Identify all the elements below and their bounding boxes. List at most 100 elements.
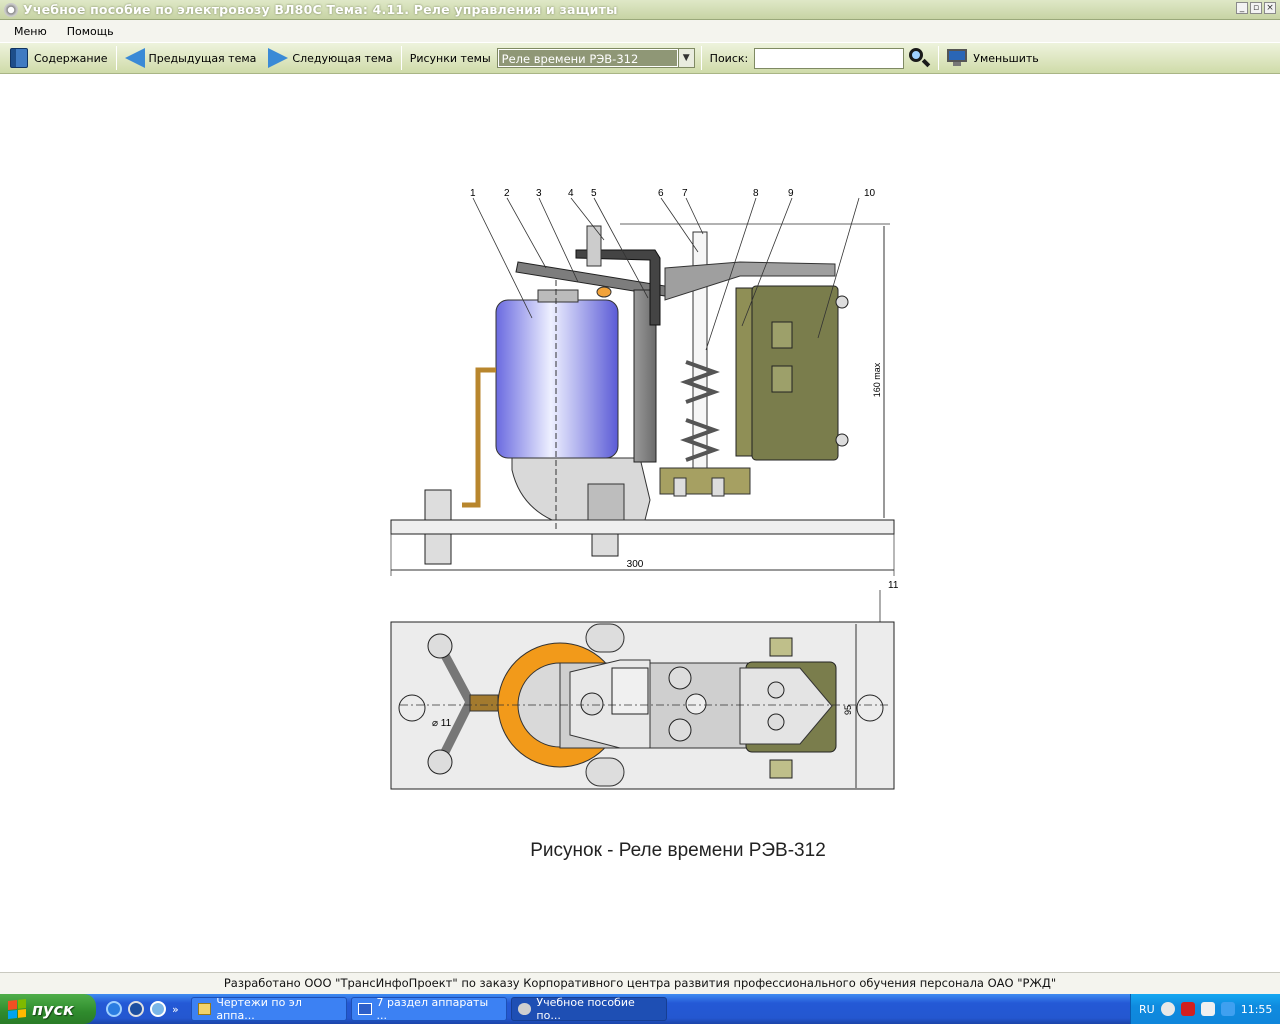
callout-8: 8: [753, 188, 759, 199]
callout-6: 6: [658, 188, 664, 199]
callout-5: 5: [591, 188, 597, 199]
app-gear-icon: [4, 2, 18, 17]
messenger-icon[interactable]: [150, 1001, 166, 1017]
plan-slot-top: [585, 623, 625, 653]
callout-9: 9: [788, 188, 794, 199]
damper-bolt-top: [835, 295, 849, 309]
plan-screw: [580, 692, 604, 716]
task-button-manual[interactable]: Учебное пособие по...: [510, 996, 667, 1022]
callout-4: 4: [568, 188, 574, 199]
windows-flag-icon: [8, 999, 26, 1019]
clock: 11:55: [1240, 1002, 1273, 1016]
prev-topic-button[interactable]: Предыдущая тема: [119, 45, 263, 71]
contents-button[interactable]: Содержание: [4, 45, 114, 71]
damper-block: [751, 285, 839, 461]
book-icon: [10, 48, 28, 68]
core-top: [537, 289, 579, 303]
callout-7: 7: [682, 188, 688, 199]
search-group: Поиск:: [704, 45, 937, 71]
arrow-left-icon: [124, 48, 145, 68]
restore-button[interactable]: ▫: [1250, 2, 1262, 14]
figure-select[interactable]: Реле времени РЭВ-312 ▼: [496, 48, 695, 68]
lead-wire: [462, 367, 496, 508]
minimize-button[interactable]: _: [1236, 2, 1248, 14]
contents-label: Содержание: [34, 51, 108, 65]
next-topic-button[interactable]: Следующая тема: [262, 45, 398, 71]
search-icon[interactable]: [908, 47, 931, 69]
width-dimension: 300: [627, 559, 644, 570]
network-icon[interactable]: [1220, 1002, 1235, 1016]
language-indicator[interactable]: RU: [1139, 1003, 1155, 1016]
window-controls: _ ▫ ×: [1236, 2, 1276, 14]
plan-slot-bottom: [585, 757, 625, 787]
height-dimension: 160 max: [872, 362, 882, 397]
callout-10: 10: [864, 188, 876, 199]
quick-launch: »: [106, 1001, 179, 1017]
figures-label: Рисунки темы: [409, 51, 491, 65]
prev-topic-label: Предыдущая тема: [148, 51, 257, 65]
figure-caption: Рисунок - Реле времени РЭВ-312: [530, 840, 826, 861]
fixed-contact-left: [673, 477, 687, 497]
menu-item-menu[interactable]: Меню: [14, 25, 47, 38]
hole-dimension: ⌀ 11: [432, 718, 452, 729]
plan-damper-bolt-2: [767, 713, 785, 731]
coil-base: [511, 457, 651, 521]
search-label: Поиск:: [709, 51, 749, 65]
callout-3: 3: [536, 188, 542, 199]
plan-damper-nut-bottom: [769, 759, 793, 779]
plan-contact-top: [668, 666, 692, 690]
spring-nut: [596, 286, 612, 298]
shrink-label: Уменьшить: [973, 51, 1039, 65]
next-topic-label: Следующая тема: [292, 51, 393, 65]
task-label: Учебное пособие по...: [536, 996, 635, 1022]
plan-terminal-bottom: [427, 749, 453, 775]
task-button-word[interactable]: 7 раздел аппараты ...: [350, 996, 507, 1022]
credits-footer: Разработано ООО "ТрансИнфоПроект" по зак…: [0, 972, 1280, 994]
toolbar: Содержание Предыдущая тема Следующая тем…: [0, 42, 1280, 74]
plan-lead-joint: [469, 694, 499, 712]
monitor-icon: [947, 49, 968, 67]
antivirus-icon[interactable]: [1180, 1002, 1195, 1016]
window-title: Учебное пособие по электровозу ВЛ80С Тем…: [23, 2, 618, 17]
start-button[interactable]: пуск: [0, 994, 96, 1024]
toolbar-separator: [938, 46, 940, 70]
terminal-bolt: [424, 489, 452, 521]
base-boss: [587, 483, 625, 521]
plan-damper-nut-top: [769, 637, 793, 657]
pen-icon[interactable]: [1200, 1002, 1215, 1016]
ie-icon[interactable]: [106, 1001, 122, 1017]
quick-launch-more-icon[interactable]: »: [172, 1003, 179, 1016]
search-input[interactable]: [754, 47, 905, 69]
back-arrow-icon[interactable]: [1160, 1002, 1175, 1016]
damper-nut-2: [771, 365, 793, 393]
title-bar: Учебное пособие по электровозу ВЛ80С Тем…: [0, 0, 1280, 20]
toolbar-separator: [115, 46, 117, 70]
plan-stem: [685, 693, 707, 715]
adjust-screw: [586, 225, 602, 267]
taskbar: пуск » Чертежи по эл аппа... 7 раздел ап…: [0, 994, 1280, 1024]
callout-11: 11: [888, 580, 899, 591]
arrow-right-icon: [268, 48, 289, 68]
system-tray: RU 11:55: [1130, 994, 1280, 1024]
menu-item-help[interactable]: Помощь: [67, 25, 114, 38]
shrink-button[interactable]: Уменьшить: [941, 45, 1045, 71]
mount-nut: [591, 533, 619, 557]
menu-bar: Меню Помощь: [0, 20, 1280, 42]
plan-terminal-top: [427, 633, 453, 659]
fixed-contact-right: [711, 477, 725, 497]
task-label: Чертежи по эл аппа...: [216, 996, 302, 1022]
coil: [495, 299, 619, 459]
plan-adjust-plate: [611, 667, 649, 715]
task-button-drawings[interactable]: Чертежи по эл аппа...: [190, 996, 347, 1022]
toolbar-separator: [700, 46, 702, 70]
chevron-down-icon[interactable]: ▼: [677, 49, 694, 67]
word-icon: [357, 1003, 372, 1015]
relay-drawing: 160 max 300 1 2 3 4 5 6 7 8 9 10 11 ⌀ 11: [390, 188, 899, 790]
plan-damper-bolt-1: [767, 681, 785, 699]
folder-icon: [197, 1003, 212, 1015]
media-player-icon[interactable]: [128, 1001, 144, 1017]
terminal-nut: [424, 533, 452, 565]
close-button[interactable]: ×: [1264, 2, 1276, 14]
plan-contact-bottom: [668, 718, 692, 742]
figures-label-wrap: Рисунки темы: [404, 45, 497, 71]
